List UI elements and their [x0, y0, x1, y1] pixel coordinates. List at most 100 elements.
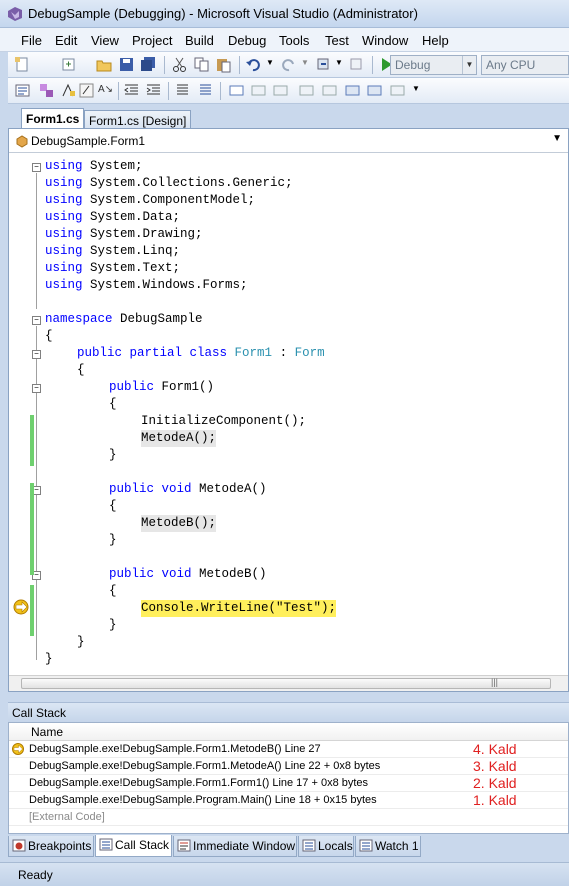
- bookmark-prev-folder-icon[interactable]: [298, 82, 315, 99]
- save-icon[interactable]: [118, 56, 135, 73]
- menu-tools[interactable]: Tools: [279, 33, 309, 48]
- code-line-brace: }: [45, 652, 53, 666]
- call-stack-panel-header[interactable]: Call Stack: [8, 702, 569, 722]
- status-text: Ready: [18, 868, 53, 882]
- redo-dropdown-icon[interactable]: ▼: [301, 58, 309, 67]
- column-header-name[interactable]: Name: [9, 723, 568, 741]
- bookmark-previous-icon[interactable]: [250, 82, 267, 99]
- locals-icon: [302, 839, 316, 852]
- menu-edit[interactable]: Edit: [55, 33, 77, 48]
- call-stack-row[interactable]: DebugSample.exe!DebugSample.Program.Main…: [9, 792, 568, 809]
- call-order-annotation: 3. Kald: [473, 758, 517, 774]
- horizontal-scrollbar[interactable]: |||: [9, 675, 568, 691]
- code-line-using-4: using System.Drawing;: [45, 227, 203, 241]
- uncomment-lines-icon[interactable]: [197, 82, 214, 99]
- tab-call-stack-label: Call Stack: [115, 838, 170, 852]
- breakpoints-icon: [12, 839, 26, 852]
- call-stack-row[interactable]: [External Code]: [9, 809, 568, 826]
- tab-locals[interactable]: Locals: [298, 836, 354, 857]
- chevron-down-icon[interactable]: ▼: [552, 133, 562, 144]
- collapse-usings-icon[interactable]: −: [32, 163, 41, 172]
- menu-test[interactable]: Test: [325, 33, 349, 48]
- code-line-using-0: using System;: [45, 159, 143, 173]
- visual-studio-icon: [8, 7, 22, 21]
- document-tabs: Form1.cs Form1.cs [Design]: [8, 104, 569, 128]
- object-browser-icon[interactable]: [14, 82, 31, 99]
- code-line-brace: }: [109, 533, 117, 547]
- open-file-icon[interactable]: [96, 56, 113, 73]
- call-stack-row[interactable]: DebugSample.exe!DebugSample.Form1.Form1(…: [9, 775, 568, 792]
- menu-help[interactable]: Help: [422, 33, 449, 48]
- navigate-backward-icon[interactable]: [315, 56, 332, 73]
- menu-file[interactable]: File: [21, 33, 42, 48]
- solution-configuration-select[interactable]: Debug ▼: [390, 55, 477, 75]
- tab-watch-1[interactable]: Watch 1: [355, 836, 421, 857]
- type-navigation-bar[interactable]: DebugSample.Form1 ▼: [9, 129, 568, 153]
- decrease-indent-icon[interactable]: [123, 82, 140, 99]
- collapse-class-icon[interactable]: −: [32, 350, 41, 359]
- tab-form1-design[interactable]: Form1.cs [Design]: [84, 110, 192, 128]
- menu-project[interactable]: Project: [132, 33, 172, 48]
- tab-immediate-window[interactable]: Immediate Window: [173, 836, 297, 857]
- code-line-brace: {: [77, 363, 85, 377]
- bookmark-next-document-icon[interactable]: [366, 82, 383, 99]
- call-stack-panel[interactable]: Name DebugSample.exe!DebugSample.Form1.M…: [8, 722, 569, 834]
- menu-debug[interactable]: Debug: [228, 33, 266, 48]
- undo-dropdown-icon[interactable]: ▼: [266, 58, 274, 67]
- tab-call-stack[interactable]: Call Stack: [95, 835, 172, 857]
- collapse-namespace-icon[interactable]: −: [32, 316, 41, 325]
- code-line-brace: {: [109, 499, 117, 513]
- immediate-window-icon: [177, 839, 191, 852]
- navigate-dropdown-icon[interactable]: ▼: [335, 58, 343, 67]
- redo-icon[interactable]: [280, 56, 297, 73]
- call-stack-row[interactable]: DebugSample.exe!DebugSample.Form1.Metode…: [9, 741, 568, 758]
- code-line-call-b: MetodeB();: [141, 515, 217, 532]
- save-all-icon[interactable]: [140, 56, 157, 73]
- solution-platform-select[interactable]: Any CPU: [481, 55, 569, 75]
- collapse-ctor-icon[interactable]: −: [32, 384, 41, 393]
- menu-view[interactable]: View: [91, 33, 119, 48]
- copy-icon[interactable]: [193, 56, 210, 73]
- clear-bookmarks-icon[interactable]: [389, 82, 406, 99]
- code-line-brace: {: [109, 397, 117, 411]
- undo-icon[interactable]: [245, 56, 262, 73]
- title-bar[interactable]: DebugSample (Debugging) - Microsoft Visu…: [0, 0, 569, 28]
- bookmark-prev-document-icon[interactable]: [344, 82, 361, 99]
- call-stack-frame: DebugSample.exe!DebugSample.Form1.Metode…: [29, 743, 321, 755]
- parameter-info-icon[interactable]: [60, 82, 77, 99]
- class-icon: [16, 135, 28, 148]
- call-order-annotation: 1. Kald: [473, 792, 517, 808]
- cut-icon[interactable]: [171, 56, 188, 73]
- member-list-icon[interactable]: [38, 82, 55, 99]
- quick-info-icon[interactable]: [78, 82, 95, 99]
- code-line-brace: }: [109, 618, 117, 632]
- code-line-metodeb: public void MetodeB(): [109, 567, 267, 581]
- scrollbar-thumb[interactable]: [21, 678, 551, 689]
- comment-lines-icon[interactable]: [174, 82, 191, 99]
- tab-watch-1-label: Watch 1: [375, 839, 419, 853]
- bookmark-next-icon[interactable]: [272, 82, 289, 99]
- code-editor[interactable]: DebugSample.Form1 ▼ − − − − − − using Sy…: [8, 128, 569, 692]
- bookmark-next-folder-icon[interactable]: [321, 82, 338, 99]
- call-stack-row[interactable]: DebugSample.exe!DebugSample.Form1.Metode…: [9, 758, 568, 775]
- increase-indent-icon[interactable]: [145, 82, 162, 99]
- paste-icon[interactable]: [215, 56, 232, 73]
- navigate-forward-icon[interactable]: [348, 56, 365, 73]
- complete-word-icon[interactable]: A↘: [98, 84, 113, 95]
- bookmark-toggle-icon[interactable]: [228, 82, 245, 99]
- toolbar-options-icon[interactable]: ▼: [412, 84, 420, 93]
- menu-window[interactable]: Window: [362, 33, 408, 48]
- code-area[interactable]: − − − − − − using System; using System.C…: [9, 153, 568, 673]
- text-editor-toolbar: A↘ ▼: [8, 78, 569, 104]
- menu-build[interactable]: Build: [185, 33, 214, 48]
- tool-window-tabs: Breakpoints Call Stack Immediate Window …: [8, 835, 569, 860]
- call-stack-frame: DebugSample.exe!DebugSample.Form1.Metode…: [29, 760, 381, 772]
- tab-breakpoints[interactable]: Breakpoints: [8, 836, 94, 857]
- type-selection: DebugSample.Form1: [31, 134, 146, 148]
- column-header-label: Name: [31, 725, 64, 739]
- code-line-brace: {: [109, 584, 117, 598]
- new-project-icon[interactable]: [14, 56, 31, 73]
- code-line-ctor: public Form1(): [109, 380, 215, 394]
- add-item-icon[interactable]: [60, 56, 77, 73]
- tab-form1-cs[interactable]: Form1.cs: [21, 108, 85, 128]
